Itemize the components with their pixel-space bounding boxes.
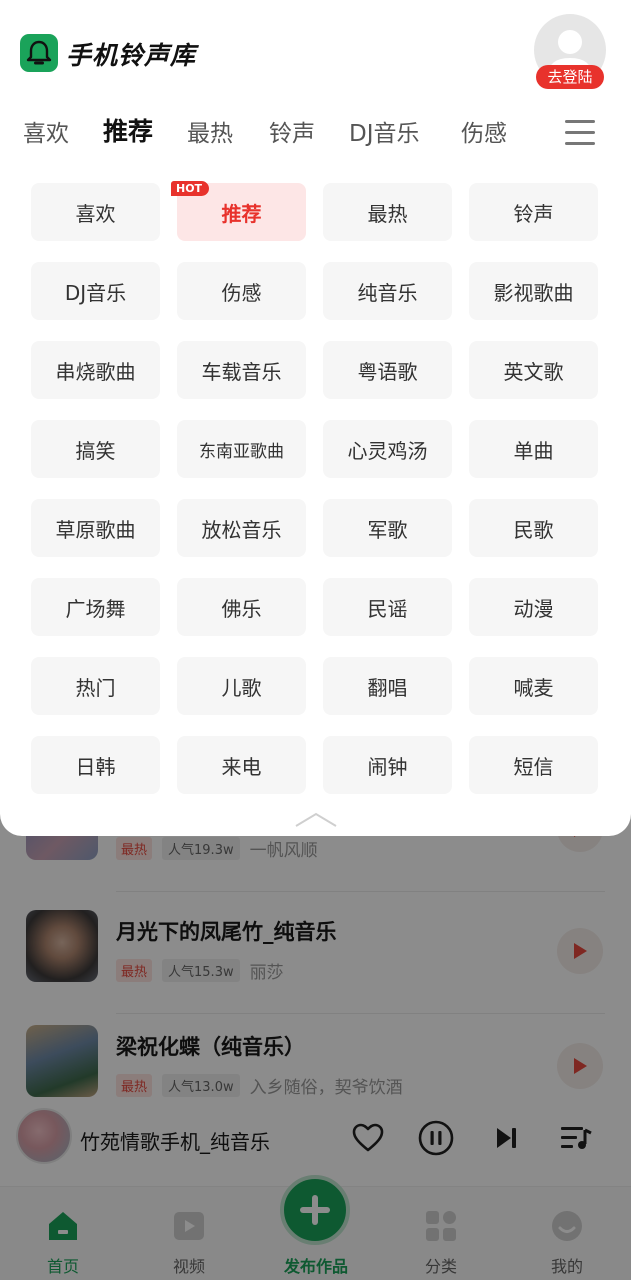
tab-hottest[interactable]: 最热 xyxy=(187,114,233,148)
app-title: 手机铃声库 xyxy=(66,41,197,70)
category-chip-label: 民歌 xyxy=(513,517,554,542)
category-chip-label: 搞笑 xyxy=(75,438,116,463)
category-chip[interactable]: 闹钟 xyxy=(323,736,452,794)
category-chip-label: 草原歌曲 xyxy=(55,517,136,542)
category-chip[interactable]: 粤语歌 xyxy=(323,341,452,399)
tab-recommended[interactable]: 推荐 xyxy=(103,112,153,148)
category-tabs: 喜欢 推荐 最热 铃声 DJ音乐 伤感 xyxy=(0,110,631,154)
category-chip[interactable]: 纯音乐 xyxy=(323,262,452,320)
category-chip-label: 军歌 xyxy=(367,517,408,542)
category-chip-label: 粤语歌 xyxy=(357,359,418,384)
category-chip[interactable]: 放松音乐 xyxy=(177,499,306,557)
category-chip[interactable]: 搞笑 xyxy=(31,420,160,478)
category-chip[interactable]: 短信 xyxy=(469,736,598,794)
menu-button[interactable] xyxy=(565,120,595,146)
category-chip-label: 影视歌曲 xyxy=(493,280,574,305)
category-chip[interactable]: 东南亚歌曲 xyxy=(177,420,306,478)
category-chip[interactable]: 翻唱 xyxy=(323,657,452,715)
category-chip-label: DJ音乐 xyxy=(64,280,127,305)
category-chip[interactable]: 车载音乐 xyxy=(177,341,306,399)
menu-icon xyxy=(565,120,595,123)
category-chip-label: 串烧歌曲 xyxy=(55,359,136,384)
category-chip-label: 佛乐 xyxy=(221,596,262,621)
category-chip[interactable]: 推荐 HOT xyxy=(171,181,306,241)
category-chip-label: 日韩 xyxy=(75,754,116,779)
category-chip-label: 最热 xyxy=(367,201,408,226)
category-chip-label: 动漫 xyxy=(513,596,554,621)
category-chip-label: 闹钟 xyxy=(367,754,408,779)
category-chip-label: 来电 xyxy=(221,754,262,779)
hot-badge: HOT xyxy=(171,181,210,196)
chevron-up-icon[interactable] xyxy=(294,810,338,830)
category-chip[interactable]: 影视歌曲 xyxy=(469,262,598,320)
category-chip-label: 车载音乐 xyxy=(201,359,282,384)
category-chip[interactable]: 最热 xyxy=(323,183,452,241)
category-chip-label: 喜欢 xyxy=(75,201,116,226)
category-chip[interactable]: 喜欢 xyxy=(31,183,160,241)
category-chip[interactable]: 英文歌 xyxy=(469,341,598,399)
category-chip[interactable]: DJ音乐 xyxy=(31,262,160,320)
category-chip[interactable]: 广场舞 xyxy=(31,578,160,636)
category-chip-label: 铃声 xyxy=(513,201,554,226)
category-chip-label: 英文歌 xyxy=(503,359,564,384)
category-chip[interactable]: 串烧歌曲 xyxy=(31,341,160,399)
tab-likes[interactable]: 喜欢 xyxy=(23,114,69,148)
category-chip-label: 放松音乐 xyxy=(201,517,282,542)
category-chip[interactable]: 军歌 xyxy=(323,499,452,557)
category-chip-label: 单曲 xyxy=(513,438,554,463)
category-chip[interactable]: 草原歌曲 xyxy=(31,499,160,557)
category-chip-label: 东南亚歌曲 xyxy=(199,441,284,462)
tab-dj-music[interactable]: DJ音乐 xyxy=(349,114,420,148)
tab-ringtones[interactable]: 铃声 xyxy=(269,114,315,148)
category-dropdown-panel: 手机铃声库 去登陆 喜欢 推荐 最热 铃声 DJ音乐 伤感 喜欢 推荐 HOT 最热铃… xyxy=(0,0,631,836)
category-chip[interactable]: 来电 xyxy=(177,736,306,794)
category-chip-label: 短信 xyxy=(513,754,554,779)
category-chip-label: 喊麦 xyxy=(513,675,554,700)
category-chip[interactable]: 喊麦 xyxy=(469,657,598,715)
category-chip[interactable]: 伤感 xyxy=(177,262,306,320)
category-chip-label: 纯音乐 xyxy=(357,280,418,305)
category-chip-label: 热门 xyxy=(75,675,116,700)
category-chip[interactable]: 日韩 xyxy=(31,736,160,794)
tab-sad[interactable]: 伤感 xyxy=(461,114,507,148)
category-chip[interactable]: 热门 xyxy=(31,657,160,715)
category-chip[interactable]: 动漫 xyxy=(469,578,598,636)
login-button[interactable]: 去登陆 xyxy=(536,65,604,89)
bell-icon xyxy=(26,40,52,65)
category-chip[interactable]: 民歌 xyxy=(469,499,598,557)
category-chip[interactable]: 单曲 xyxy=(469,420,598,478)
category-chip[interactable]: 民谣 xyxy=(323,578,452,636)
category-chip-label: 伤感 xyxy=(221,280,262,305)
category-chip-label: 儿歌 xyxy=(221,675,262,700)
category-chip-label: 翻唱 xyxy=(367,675,408,700)
category-chip[interactable]: 心灵鸡汤 xyxy=(323,420,452,478)
category-chip[interactable]: 儿歌 xyxy=(177,657,306,715)
category-chip[interactable]: 佛乐 xyxy=(177,578,306,636)
category-chip-label: 民谣 xyxy=(367,596,408,621)
category-chip-label: 广场舞 xyxy=(65,596,126,621)
app-logo xyxy=(20,34,58,72)
category-chip-label: 心灵鸡汤 xyxy=(347,438,428,463)
category-chip-label: 推荐 xyxy=(221,201,262,226)
category-chip[interactable]: 铃声 xyxy=(469,183,598,241)
